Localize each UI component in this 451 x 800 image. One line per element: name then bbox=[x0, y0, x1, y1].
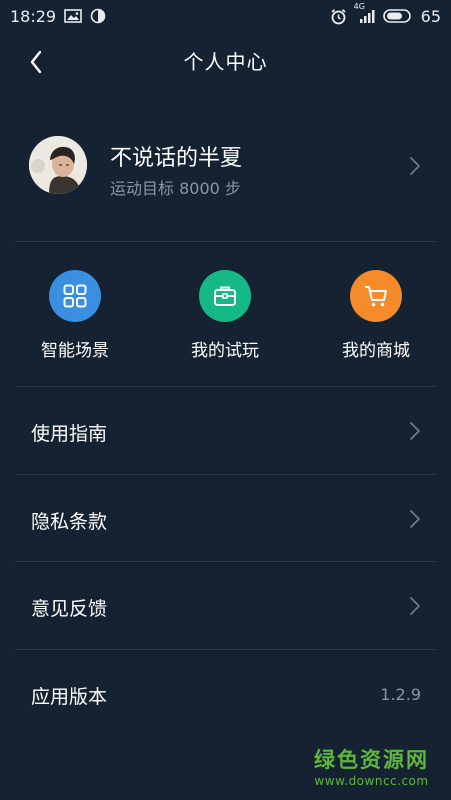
image-icon bbox=[64, 9, 82, 23]
watermark-url: www.downcc.com bbox=[314, 774, 429, 788]
briefcase-icon bbox=[199, 270, 251, 322]
battery-level: 65 bbox=[420, 6, 441, 26]
page-title: 个人中心 bbox=[183, 50, 268, 74]
watermark-brand: 绿色资源网 bbox=[314, 748, 429, 772]
my-trial-button[interactable]: 我的试玩 bbox=[165, 270, 285, 370]
action-label: 我的试玩 bbox=[191, 341, 259, 361]
menu-item-feedback[interactable]: 意见反馈 bbox=[0, 562, 451, 648]
action-label: 我的商城 bbox=[342, 341, 410, 361]
menu-item-label: 使用指南 bbox=[31, 423, 108, 445]
menu-item-guide[interactable]: 使用指南 bbox=[0, 387, 451, 473]
chevron-right-icon bbox=[410, 510, 420, 528]
network-type: 4G bbox=[353, 2, 365, 11]
menu-item-label: 应用版本 bbox=[31, 686, 108, 708]
avatar[interactable] bbox=[29, 136, 87, 194]
grid-icon bbox=[49, 270, 101, 322]
my-store-button[interactable]: 我的商城 bbox=[316, 270, 436, 370]
watermark: 绿色资源网 www.downcc.com bbox=[314, 744, 429, 788]
menu-item-privacy[interactable]: 隐私条款 bbox=[0, 475, 451, 561]
menu-item-label: 意见反馈 bbox=[31, 598, 108, 620]
chevron-right-icon bbox=[410, 422, 420, 440]
half-circle-icon bbox=[90, 8, 106, 24]
menu-item-label: 隐私条款 bbox=[31, 511, 108, 533]
version-number: 1.2.9 bbox=[380, 685, 421, 704]
alarm-icon bbox=[330, 8, 347, 25]
status-time: 18:29 bbox=[10, 6, 57, 26]
status-bar: 18:29 4G 65 bbox=[0, 0, 451, 32]
smart-scene-button[interactable]: 智能场景 bbox=[15, 270, 135, 370]
quick-actions: 智能场景 我的试玩 我的商城 bbox=[0, 242, 451, 386]
chevron-right-icon bbox=[410, 597, 420, 615]
menu-item-version[interactable]: 应用版本 1.2.9 bbox=[0, 650, 451, 736]
step-goal: 运动目标 8000 步 bbox=[110, 179, 241, 198]
battery-icon bbox=[382, 9, 413, 23]
username: 不说话的半夏 bbox=[110, 146, 243, 171]
profile-card[interactable]: 不说话的半夏 运动目标 8000 步 bbox=[0, 120, 451, 212]
chevron-right-icon bbox=[410, 157, 420, 175]
cart-icon bbox=[350, 270, 402, 322]
action-label: 智能场景 bbox=[41, 341, 109, 361]
signal-icon: 4G bbox=[354, 2, 375, 24]
navigation-bar: 个人中心 bbox=[0, 32, 451, 90]
